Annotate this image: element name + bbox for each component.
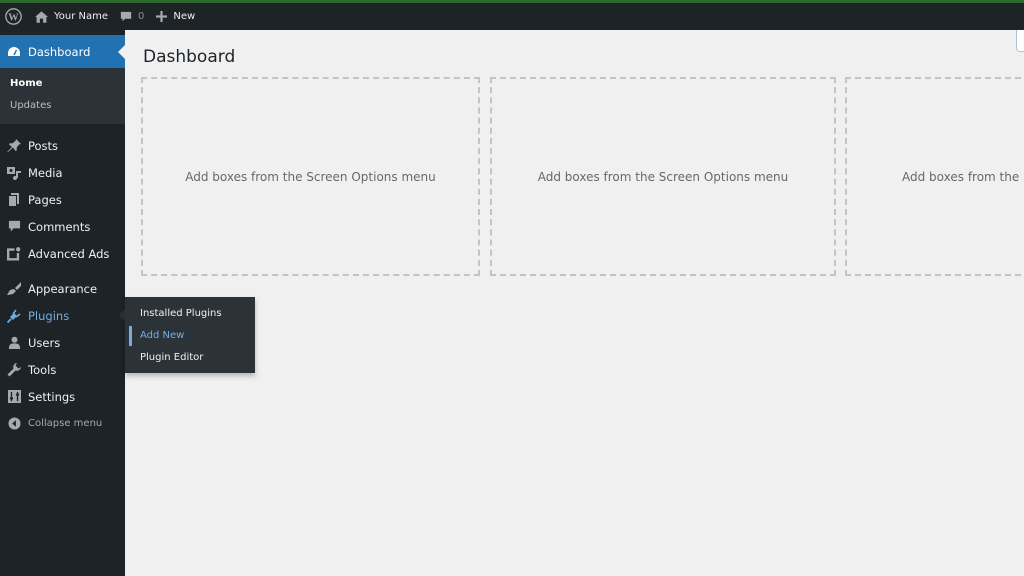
sidebar-item-settings[interactable]: Settings: [0, 383, 125, 410]
sidebar-item-label: Plugins: [28, 308, 70, 323]
dashboard-submenu: Home Updates: [0, 68, 125, 124]
pushpin-icon: [7, 138, 21, 153]
new-content-link[interactable]: New: [150, 3, 201, 30]
sidebar-item-label: Users: [28, 335, 61, 350]
sidebar-item-comments[interactable]: Comments: [0, 213, 125, 240]
collapse-menu-label: Collapse menu: [28, 418, 103, 429]
main-content: Dashboard Add boxes from the Screen Opti…: [125, 30, 1024, 576]
sidebar-item-label: Posts: [28, 138, 59, 153]
empty-widget-container: Add boxes from the Screen Options menu: [141, 77, 480, 276]
empty-widget-container: Add boxes from the Screen Options menu: [845, 77, 1024, 276]
dashboard-widgets: Add boxes from the Screen Options menu A…: [141, 77, 1024, 276]
sidebar-item-users[interactable]: Users: [0, 329, 125, 356]
user-icon: [7, 336, 21, 350]
sidebar-item-label: Dashboard: [28, 44, 91, 59]
admin-sidebar: Dashboard Home Updates Posts Media Pages…: [0, 30, 126, 576]
settings-sliders-icon: [7, 390, 21, 404]
comments-count: 0: [138, 11, 145, 22]
sidebar-item-label: Tools: [28, 362, 57, 377]
comments-link[interactable]: 0: [114, 3, 150, 30]
new-label: New: [173, 11, 196, 22]
dashboard-gauge-icon: [7, 45, 21, 59]
submenu-item-updates[interactable]: Updates: [0, 95, 125, 117]
collapse-arrow-icon: [7, 417, 21, 431]
sidebar-item-pages[interactable]: Pages: [0, 186, 125, 213]
page-title: Dashboard: [143, 47, 236, 67]
empty-box-text: Add boxes from the Screen Options menu: [185, 169, 436, 184]
sidebar-item-label: Pages: [28, 192, 62, 207]
sidebar-item-label: Advanced Ads: [28, 246, 110, 261]
sidebar-item-appearance[interactable]: Appearance: [0, 275, 125, 302]
sidebar-item-label: Media: [28, 165, 63, 180]
empty-box-text: Add boxes from the Screen Options menu: [902, 169, 1024, 184]
comment-bubble-icon: [120, 11, 138, 23]
svg-text:W: W: [8, 12, 19, 23]
sidebar-item-dashboard[interactable]: Dashboard: [0, 35, 125, 68]
home-icon: [35, 10, 54, 23]
admin-bar: W Your Name 0 New: [0, 3, 1024, 30]
site-name: Your Name: [54, 11, 109, 22]
paintbrush-icon: [7, 281, 21, 296]
sidebar-item-label: Settings: [28, 389, 76, 404]
empty-widget-container: Add boxes from the Screen Options menu: [490, 77, 836, 276]
collapse-menu-button[interactable]: Collapse menu: [0, 410, 125, 437]
advanced-ads-icon: [7, 247, 21, 261]
plus-icon: [156, 11, 173, 22]
sidebar-item-advanced-ads[interactable]: Advanced Ads: [0, 240, 125, 267]
sidebar-item-label: Appearance: [28, 281, 98, 296]
pages-icon: [7, 192, 21, 207]
empty-box-text: Add boxes from the Screen Options menu: [537, 169, 789, 184]
wrench-icon: [7, 362, 21, 377]
sidebar-item-plugins[interactable]: Plugins: [0, 302, 126, 329]
comment-icon: [7, 220, 21, 234]
sidebar-item-media[interactable]: Media: [0, 159, 125, 186]
site-name-link[interactable]: Your Name: [29, 3, 114, 30]
sidebar-item-tools[interactable]: Tools: [0, 356, 125, 383]
plugin-icon: [7, 309, 21, 323]
screen-options-button[interactable]: [1016, 30, 1024, 52]
wordpress-logo-icon: W: [5, 8, 22, 25]
sidebar-item-posts[interactable]: Posts: [0, 132, 125, 159]
submenu-item-home[interactable]: Home: [0, 73, 125, 95]
media-icon: [7, 166, 21, 180]
sidebar-item-label: Comments: [28, 219, 91, 234]
wp-logo-menu[interactable]: W: [0, 3, 29, 30]
